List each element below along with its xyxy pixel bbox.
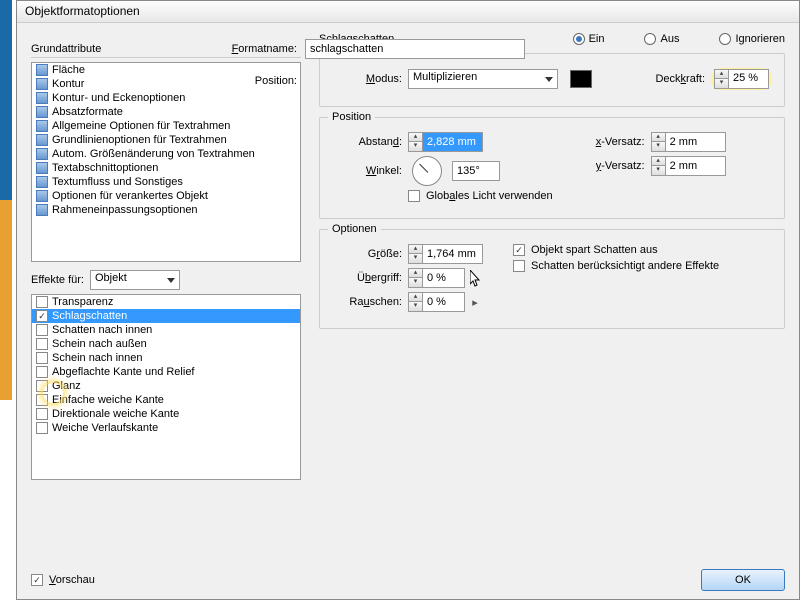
effect-checkbox[interactable] (36, 338, 48, 350)
category-icon (36, 134, 48, 146)
effect-checkbox[interactable] (36, 352, 48, 364)
radio-aus[interactable]: Aus (644, 33, 679, 45)
category-icon (36, 148, 48, 160)
groesse-label: Größe: (332, 248, 402, 260)
effect-list-item[interactable]: Schatten nach innen (32, 323, 300, 337)
effect-list-item[interactable]: Schlagschatten (32, 309, 300, 323)
deckkraft-label: Deckkraft: (655, 73, 705, 85)
flyout-icon[interactable]: ▸ (471, 271, 479, 285)
winkel-label: Winkel: (332, 165, 402, 177)
y-versatz-spinner[interactable]: ▴▾ (651, 156, 726, 176)
category-icon (36, 106, 48, 118)
category-icon (36, 78, 48, 90)
effect-checkbox[interactable] (36, 296, 48, 308)
flyout-icon[interactable]: ▸ (471, 295, 479, 309)
category-icon (36, 204, 48, 216)
abstand-input[interactable] (423, 132, 483, 152)
angle-dial-icon[interactable] (412, 156, 442, 186)
effect-list-item[interactable]: Direktionale weiche Kante (32, 407, 300, 421)
dialog-title: Objektformatoptionen (17, 1, 799, 23)
effect-list-item[interactable]: Weiche Verlaufskante (32, 421, 300, 435)
effect-checkbox[interactable] (36, 310, 48, 322)
global-light-label: Globales Licht verwenden (426, 190, 553, 202)
formatname-input[interactable] (305, 39, 525, 59)
effect-list-item[interactable]: Transparenz (32, 295, 300, 309)
vorschau-checkbox[interactable] (31, 574, 43, 586)
uebergriff-spinner[interactable]: ▴▾ (408, 268, 465, 288)
uebergriff-label: Übergriff: (332, 272, 402, 284)
grund-list-item[interactable]: Textabschnittoptionen (32, 161, 300, 175)
category-icon (36, 120, 48, 132)
effect-checkbox[interactable] (36, 366, 48, 378)
ok-button[interactable]: OK (701, 569, 785, 591)
other-effects-checkbox[interactable] (513, 260, 525, 272)
formatname-label: Formatname: (177, 43, 297, 55)
settings-panel: Schlagschatten Ein Aus Ignorieren Füllen… (319, 33, 785, 480)
radio-ignorieren[interactable]: Ignorieren (719, 33, 785, 45)
effect-list-item[interactable]: Schein nach innen (32, 351, 300, 365)
rauschen-label: Rauschen: (332, 296, 402, 308)
attributes-panel: Grundattribute FlächeKonturKontur- und E… (31, 33, 301, 480)
position-label: Position: (177, 75, 297, 87)
radio-dot-icon (573, 33, 585, 45)
position-group-title: Position (328, 111, 375, 123)
x-versatz-spinner[interactable]: ▴▾ (651, 132, 726, 152)
effect-checkbox[interactable] (36, 324, 48, 336)
rauschen-spinner[interactable]: ▴▾ (408, 292, 465, 312)
grund-list-item[interactable]: Kontur- und Eckenoptionen (32, 91, 300, 105)
object-format-dialog: Objektformatoptionen Grundattribute Fläc… (16, 0, 800, 600)
color-swatch[interactable] (570, 70, 592, 88)
category-icon (36, 162, 48, 174)
effects-for-label: Effekte für: (31, 274, 84, 286)
radio-ein[interactable]: Ein (573, 33, 605, 45)
abstand-spinner[interactable]: ▴▾ (408, 132, 483, 152)
vorschau-label: Vorschau (49, 574, 95, 586)
y-versatz-label: y-Versatz: (583, 160, 645, 172)
effect-checkbox[interactable] (36, 380, 48, 392)
grund-list-item[interactable]: Autom. Größenänderung von Textrahmen (32, 147, 300, 161)
grund-list-item[interactable]: Absatzformate (32, 105, 300, 119)
grund-list-item[interactable]: Allgemeine Optionen für Textrahmen (32, 119, 300, 133)
position-group: Position Abstand: ▴▾ Winkel: (319, 117, 785, 219)
grund-list-item[interactable]: Rahmeneinpassungsoptionen (32, 203, 300, 217)
optionen-group: Optionen Größe:▴▾ Übergriff:▴▾▸ Rauschen… (319, 229, 785, 329)
effects-list[interactable]: TransparenzSchlagschattenSchatten nach i… (31, 294, 301, 480)
winkel-input[interactable] (452, 161, 500, 181)
grund-list-item[interactable]: Grundlinienoptionen für Textrahmen (32, 133, 300, 147)
x-versatz-label: x-Versatz: (583, 136, 645, 148)
category-icon (36, 92, 48, 104)
radio-dot-icon (719, 33, 731, 45)
grund-list-item[interactable]: Textumfluss und Sonstiges (32, 175, 300, 189)
global-light-checkbox[interactable] (408, 190, 420, 202)
groesse-spinner[interactable]: ▴▾ (408, 244, 483, 264)
spart-checkbox[interactable] (513, 244, 525, 256)
deckkraft-spinner[interactable]: ▴▾25 % (714, 69, 769, 89)
effect-list-item[interactable]: Glanz (32, 379, 300, 393)
other-effects-label: Schatten berücksichtigt andere Effekte (531, 260, 719, 272)
effect-list-item[interactable]: Abgeflachte Kante und Relief (32, 365, 300, 379)
effect-checkbox[interactable] (36, 408, 48, 420)
effect-list-item[interactable]: Einfache weiche Kante (32, 393, 300, 407)
abstand-label: Abstand: (332, 136, 402, 148)
spart-label: Objekt spart Schatten aus (531, 244, 658, 256)
effect-checkbox[interactable] (36, 422, 48, 434)
effect-checkbox[interactable] (36, 394, 48, 406)
radio-dot-icon (644, 33, 656, 45)
category-icon (36, 64, 48, 76)
effect-list-item[interactable]: Schein nach außen (32, 337, 300, 351)
effects-for-dropdown[interactable]: Objekt (90, 270, 180, 290)
grund-list-item[interactable]: Optionen für verankertes Objekt (32, 189, 300, 203)
category-icon (36, 176, 48, 188)
optionen-group-title: Optionen (328, 223, 381, 235)
category-icon (36, 190, 48, 202)
